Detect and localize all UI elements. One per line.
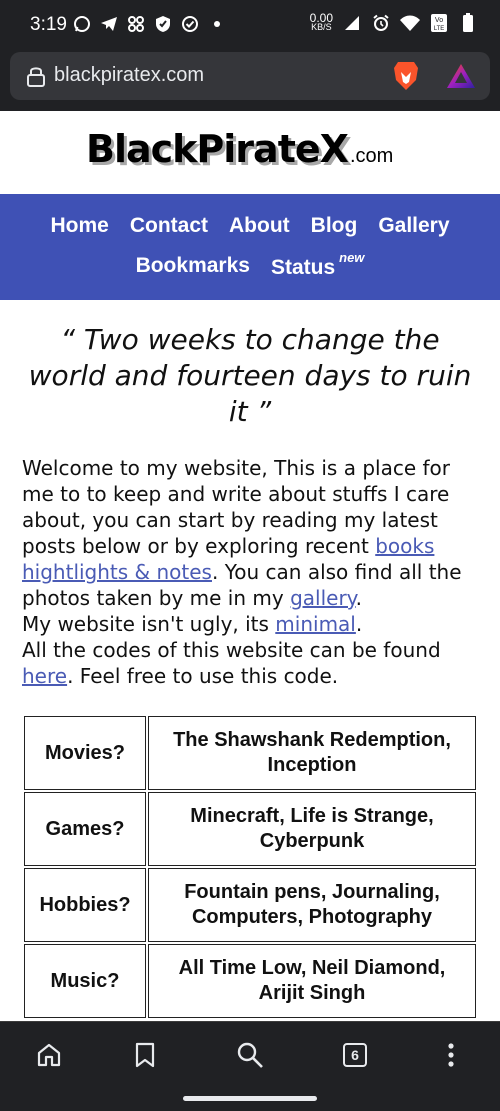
dot-icon (207, 14, 227, 34)
intro-p2-b: . (355, 612, 363, 636)
status-bar: 3:19 0.00 KB/S Vo LTE (0, 0, 500, 52)
browser-chrome: blackpiratex.com (0, 52, 500, 111)
site-header: BlackPirateX .com (0, 111, 500, 194)
wifi-icon (400, 13, 420, 33)
main-nav: Home Contact About Blog Gallery Bookmark… (0, 194, 500, 300)
brave-shields-icon[interactable] (392, 60, 420, 97)
search-icon[interactable] (235, 1040, 265, 1070)
nav-contact[interactable]: Contact (130, 214, 208, 238)
minimal-link[interactable]: minimal (275, 612, 356, 636)
intro-p3-a: All the codes of this website can be fou… (22, 638, 441, 662)
nav-blog[interactable]: Blog (311, 214, 358, 238)
nav-home[interactable]: Home (50, 214, 108, 238)
shield-icon (153, 14, 173, 34)
nav-status[interactable]: Status new (271, 250, 364, 280)
telegram-icon (99, 14, 119, 34)
nav-bookmarks[interactable]: Bookmarks (136, 254, 250, 280)
intro-p2-a: My website isn't ugly, its (22, 612, 276, 636)
svg-text:LTE: LTE (434, 26, 445, 32)
more-menu-icon[interactable] (436, 1040, 466, 1070)
logo-tld-text[interactable]: .com (350, 145, 393, 168)
svg-text:Vo: Vo (435, 17, 443, 24)
favorite-value: The Shawshank Redemption, Inception (148, 716, 476, 790)
lock-icon[interactable] (26, 65, 46, 92)
network-speed: 0.00 KB/S (310, 12, 333, 32)
favorite-value: Fountain pens, Journaling, Computers, Ph… (148, 868, 476, 942)
favorite-value: Minecraft, Life is Strange, Cyberpunk (148, 792, 476, 866)
favorites-table: Movies? The Shawshank Redemption, Incept… (22, 714, 478, 1020)
site-logo[interactable]: BlackPirateX .com (86, 127, 393, 171)
pinwheel-icon (126, 14, 146, 34)
volte-icon: Vo LTE (429, 13, 449, 33)
logo-main-text[interactable]: BlackPirateX (86, 127, 349, 171)
notification-icons (72, 14, 227, 34)
home-icon[interactable] (34, 1040, 64, 1070)
network-speed-unit: KB/S (311, 22, 332, 32)
url-text[interactable]: blackpiratex.com (54, 64, 204, 87)
gesture-bar[interactable] (183, 1096, 317, 1101)
tab-count[interactable]: 6 (343, 1043, 367, 1067)
nav-gallery[interactable]: Gallery (378, 214, 449, 238)
check-circle-icon (180, 14, 200, 34)
nav-status-label[interactable]: Status (271, 256, 335, 279)
gallery-link[interactable]: gallery (290, 586, 356, 610)
intro-text: Welcome to my website, This is a place f… (22, 455, 482, 689)
alarm-icon (371, 13, 391, 33)
whatsapp-icon (72, 14, 92, 34)
intro-p1-c: . (355, 586, 363, 610)
table-row: Hobbies? Fountain pens, Journaling, Comp… (24, 868, 476, 942)
nav-row-1: Home Contact About Blog Gallery (0, 214, 500, 238)
intro-p3-b: . Feel free to use this code. (67, 664, 339, 688)
brave-rewards-icon[interactable] (446, 63, 476, 94)
hero-quote: “ Two weeks to change the world and four… (28, 323, 472, 428)
battery-icon (458, 13, 478, 33)
favorite-key: Hobbies? (24, 868, 146, 942)
table-row: Music? All Time Low, Neil Diamond, Ariji… (24, 944, 476, 1018)
favorite-key: Movies? (24, 716, 146, 790)
address-bar[interactable]: blackpiratex.com (10, 52, 490, 100)
nav-about[interactable]: About (229, 214, 290, 238)
bookmark-icon[interactable] (130, 1040, 160, 1070)
status-time: 3:19 (30, 14, 67, 35)
signal-icon (342, 13, 362, 33)
table-row: Movies? The Shawshank Redemption, Incept… (24, 716, 476, 790)
tabs-button[interactable]: 6 (340, 1040, 370, 1070)
favorite-value: All Time Low, Neil Diamond, Arijit Singh (148, 944, 476, 1018)
favorite-key: Games? (24, 792, 146, 866)
system-icons: 0.00 KB/S Vo LTE (310, 12, 478, 33)
nav-row-2: Bookmarks Status new (0, 250, 500, 280)
new-badge: new (339, 250, 365, 265)
here-link[interactable]: here (22, 664, 67, 688)
favorite-key: Music? (24, 944, 146, 1018)
table-row: Games? Minecraft, Life is Strange, Cyber… (24, 792, 476, 866)
